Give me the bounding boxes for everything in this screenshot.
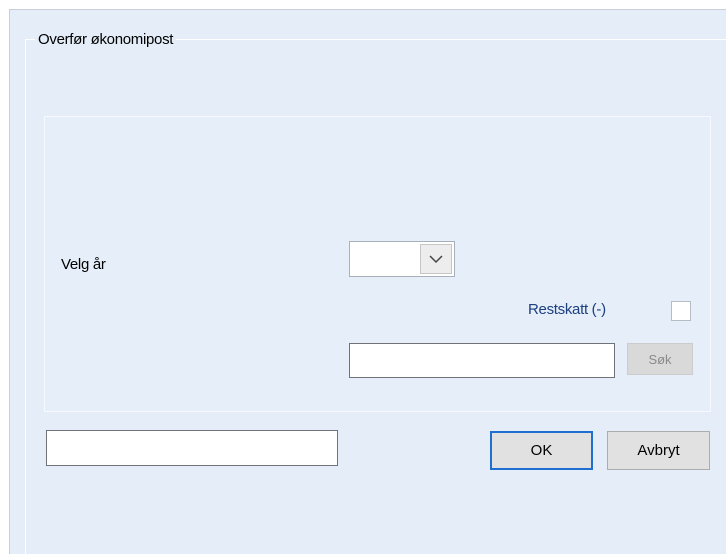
- ok-button[interactable]: OK: [490, 431, 593, 470]
- groupbox-title: Overfør økonomipost: [35, 31, 177, 48]
- chevron-down-icon: [429, 255, 443, 264]
- bottom-text-field[interactable]: [46, 430, 338, 466]
- year-dropdown-button[interactable]: [420, 244, 452, 274]
- restskatt-checkbox[interactable]: [671, 301, 691, 321]
- search-input[interactable]: [349, 343, 615, 378]
- cancel-button[interactable]: Avbryt: [607, 431, 710, 470]
- year-combobox[interactable]: [349, 241, 455, 277]
- restskatt-label: Restskatt (-): [528, 301, 606, 318]
- year-label: Velg år: [61, 256, 106, 273]
- search-button[interactable]: Søk: [627, 343, 693, 375]
